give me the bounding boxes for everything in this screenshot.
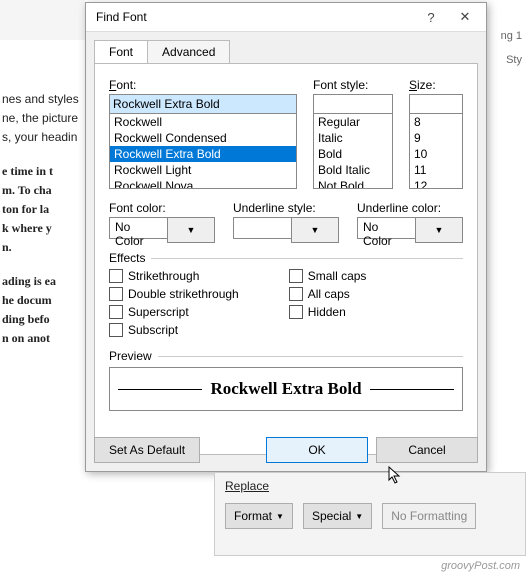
list-item[interactable]: 11 bbox=[410, 162, 462, 178]
effects-label: Effects bbox=[109, 251, 145, 265]
ribbon-fragment bbox=[0, 0, 85, 40]
side-text-1: ng 1 bbox=[501, 30, 522, 42]
tab-advanced[interactable]: Advanced bbox=[147, 40, 230, 63]
font-style-listbox[interactable]: Regular Italic Bold Bold Italic Not Bold bbox=[313, 113, 393, 189]
checkbox-hidden[interactable]: Hidden bbox=[289, 305, 367, 319]
cancel-button[interactable]: Cancel bbox=[376, 437, 478, 463]
list-item[interactable]: 9 bbox=[410, 130, 462, 146]
list-item[interactable]: Regular bbox=[314, 114, 392, 130]
tab-strip: Font Advanced bbox=[94, 40, 478, 63]
replace-title: Replace bbox=[225, 479, 515, 493]
font-color-label: Font color: bbox=[109, 201, 215, 215]
underline-color-combo[interactable]: No Color ▼ bbox=[357, 217, 463, 239]
underline-color-value: No Color bbox=[357, 217, 415, 239]
list-item[interactable]: 8 bbox=[410, 114, 462, 130]
format-dropdown[interactable]: Format▼ bbox=[225, 503, 293, 529]
no-formatting-button[interactable]: No Formatting bbox=[382, 503, 476, 529]
list-item[interactable]: Not Bold bbox=[314, 178, 392, 189]
close-button[interactable]: ✕ bbox=[448, 5, 482, 29]
tab-font[interactable]: Font bbox=[94, 40, 148, 63]
preview-label: Preview bbox=[109, 349, 152, 363]
font-label: Font: bbox=[109, 78, 297, 92]
tab-page-font: Font: Rockwell Rockwell Condensed Rockwe… bbox=[94, 63, 478, 455]
list-item[interactable]: Rockwell Nova bbox=[110, 178, 296, 189]
document-text: nes and stylesne, the pictures, your hea… bbox=[2, 90, 82, 362]
checkbox-superscript[interactable]: Superscript bbox=[109, 305, 239, 319]
font-style-label: Font style: bbox=[313, 78, 393, 92]
font-listbox[interactable]: Rockwell Rockwell Condensed Rockwell Ext… bbox=[109, 113, 297, 189]
checkbox-subscript[interactable]: Subscript bbox=[109, 323, 239, 337]
size-label: Size: bbox=[409, 78, 463, 92]
font-input[interactable] bbox=[109, 94, 297, 114]
checkbox-icon bbox=[109, 305, 123, 319]
preview-line bbox=[370, 389, 454, 390]
help-button[interactable]: ? bbox=[414, 5, 448, 29]
list-item[interactable]: Italic bbox=[314, 130, 392, 146]
chevron-down-icon[interactable]: ▼ bbox=[291, 217, 339, 243]
list-item[interactable]: Rockwell Extra Bold bbox=[110, 146, 296, 162]
checkbox-icon bbox=[109, 323, 123, 337]
checkbox-icon bbox=[109, 269, 123, 283]
chevron-down-icon: ▼ bbox=[355, 512, 363, 521]
chevron-down-icon: ▼ bbox=[276, 512, 284, 521]
preview-box: Rockwell Extra Bold bbox=[109, 367, 463, 411]
underline-color-label: Underline color: bbox=[357, 201, 463, 215]
chevron-down-icon[interactable]: ▼ bbox=[167, 217, 215, 243]
watermark: groovyPost.com bbox=[441, 560, 520, 572]
underline-style-combo[interactable]: ▼ bbox=[233, 217, 339, 239]
find-font-dialog: Find Font ? ✕ Font Advanced Font: Rockwe… bbox=[85, 2, 487, 472]
chevron-down-icon[interactable]: ▼ bbox=[415, 217, 463, 243]
size-listbox[interactable]: 8 9 10 11 12 bbox=[409, 113, 463, 189]
effects-group: Strikethrough Double strikethrough Super… bbox=[109, 269, 463, 337]
list-item[interactable]: Bold bbox=[314, 146, 392, 162]
special-dropdown[interactable]: Special▼ bbox=[303, 503, 372, 529]
checkbox-icon bbox=[289, 287, 303, 301]
font-color-combo[interactable]: No Color ▼ bbox=[109, 217, 215, 239]
preview-line bbox=[118, 389, 202, 390]
font-color-value: No Color bbox=[109, 217, 167, 239]
checkbox-small-caps[interactable]: Small caps bbox=[289, 269, 367, 283]
checkbox-icon bbox=[109, 287, 123, 301]
preview-text: Rockwell Extra Bold bbox=[210, 379, 361, 399]
list-item[interactable]: Rockwell Condensed bbox=[110, 130, 296, 146]
side-text-2: Sty bbox=[506, 54, 522, 66]
checkbox-double-strikethrough[interactable]: Double strikethrough bbox=[109, 287, 239, 301]
list-item[interactable]: 10 bbox=[410, 146, 462, 162]
checkbox-strikethrough[interactable]: Strikethrough bbox=[109, 269, 239, 283]
checkbox-icon bbox=[289, 305, 303, 319]
checkbox-icon bbox=[289, 269, 303, 283]
titlebar[interactable]: Find Font ? ✕ bbox=[86, 3, 486, 32]
list-item[interactable]: Rockwell bbox=[110, 114, 296, 130]
underline-style-label: Underline style: bbox=[233, 201, 339, 215]
underline-style-value bbox=[233, 217, 291, 239]
set-as-default-button[interactable]: Set As Default bbox=[94, 437, 200, 463]
divider bbox=[158, 356, 463, 357]
list-item[interactable]: 12 bbox=[410, 178, 462, 189]
divider bbox=[151, 258, 463, 259]
checkbox-all-caps[interactable]: All caps bbox=[289, 287, 367, 301]
list-item[interactable]: Rockwell Light bbox=[110, 162, 296, 178]
font-style-input[interactable] bbox=[313, 94, 393, 114]
ok-button[interactable]: OK bbox=[266, 437, 368, 463]
replace-panel: Replace Format▼ Special▼ No Formatting bbox=[214, 472, 526, 556]
list-item[interactable]: Bold Italic bbox=[314, 162, 392, 178]
dialog-title: Find Font bbox=[96, 10, 414, 24]
size-input[interactable] bbox=[409, 94, 463, 114]
